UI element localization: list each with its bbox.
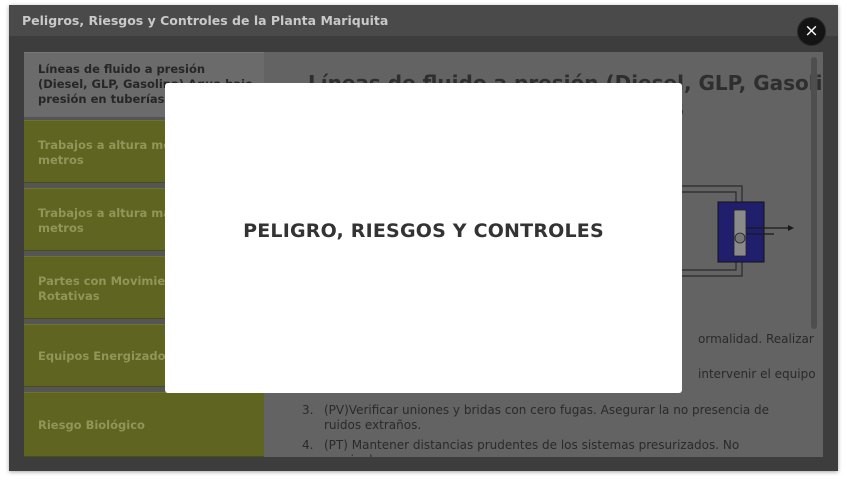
- step-item: 4. (PT) Mantener distancias prudentes de…: [302, 438, 792, 457]
- step-number: 3.: [302, 403, 314, 417]
- step-text: (PV)Verificar uniones y bridas con cero …: [324, 403, 769, 432]
- title-bar: Peligros, Riesgos y Controles de la Plan…: [9, 5, 838, 36]
- pressure-line-diagram: [676, 185, 794, 277]
- modal-dialog: PELIGRO, RIESGOS Y CONTROLES: [165, 83, 682, 393]
- step-fragment-2: intervenir el equipo: [698, 367, 816, 381]
- scrollbar[interactable]: [811, 57, 817, 329]
- close-icon: ×: [804, 21, 819, 41]
- sidebar-item-riesgo-biologico[interactable]: Riesgo Biológico: [24, 392, 264, 457]
- step-number: 4.: [302, 438, 314, 452]
- sidebar-item-label: Riesgo Biológico: [38, 418, 145, 432]
- close-button[interactable]: ×: [797, 17, 826, 46]
- modal-title: PELIGRO, RIESGOS Y CONTROLES: [243, 220, 604, 242]
- step-text: (PT) Mantener distancias prudentes de lo…: [324, 438, 740, 457]
- step-item: 3. (PV)Verificar uniones y bridas con ce…: [302, 403, 792, 433]
- window-title: Peligros, Riesgos y Controles de la Plan…: [22, 13, 389, 28]
- step-fragment-1: ormalidad. Realizar: [698, 332, 814, 346]
